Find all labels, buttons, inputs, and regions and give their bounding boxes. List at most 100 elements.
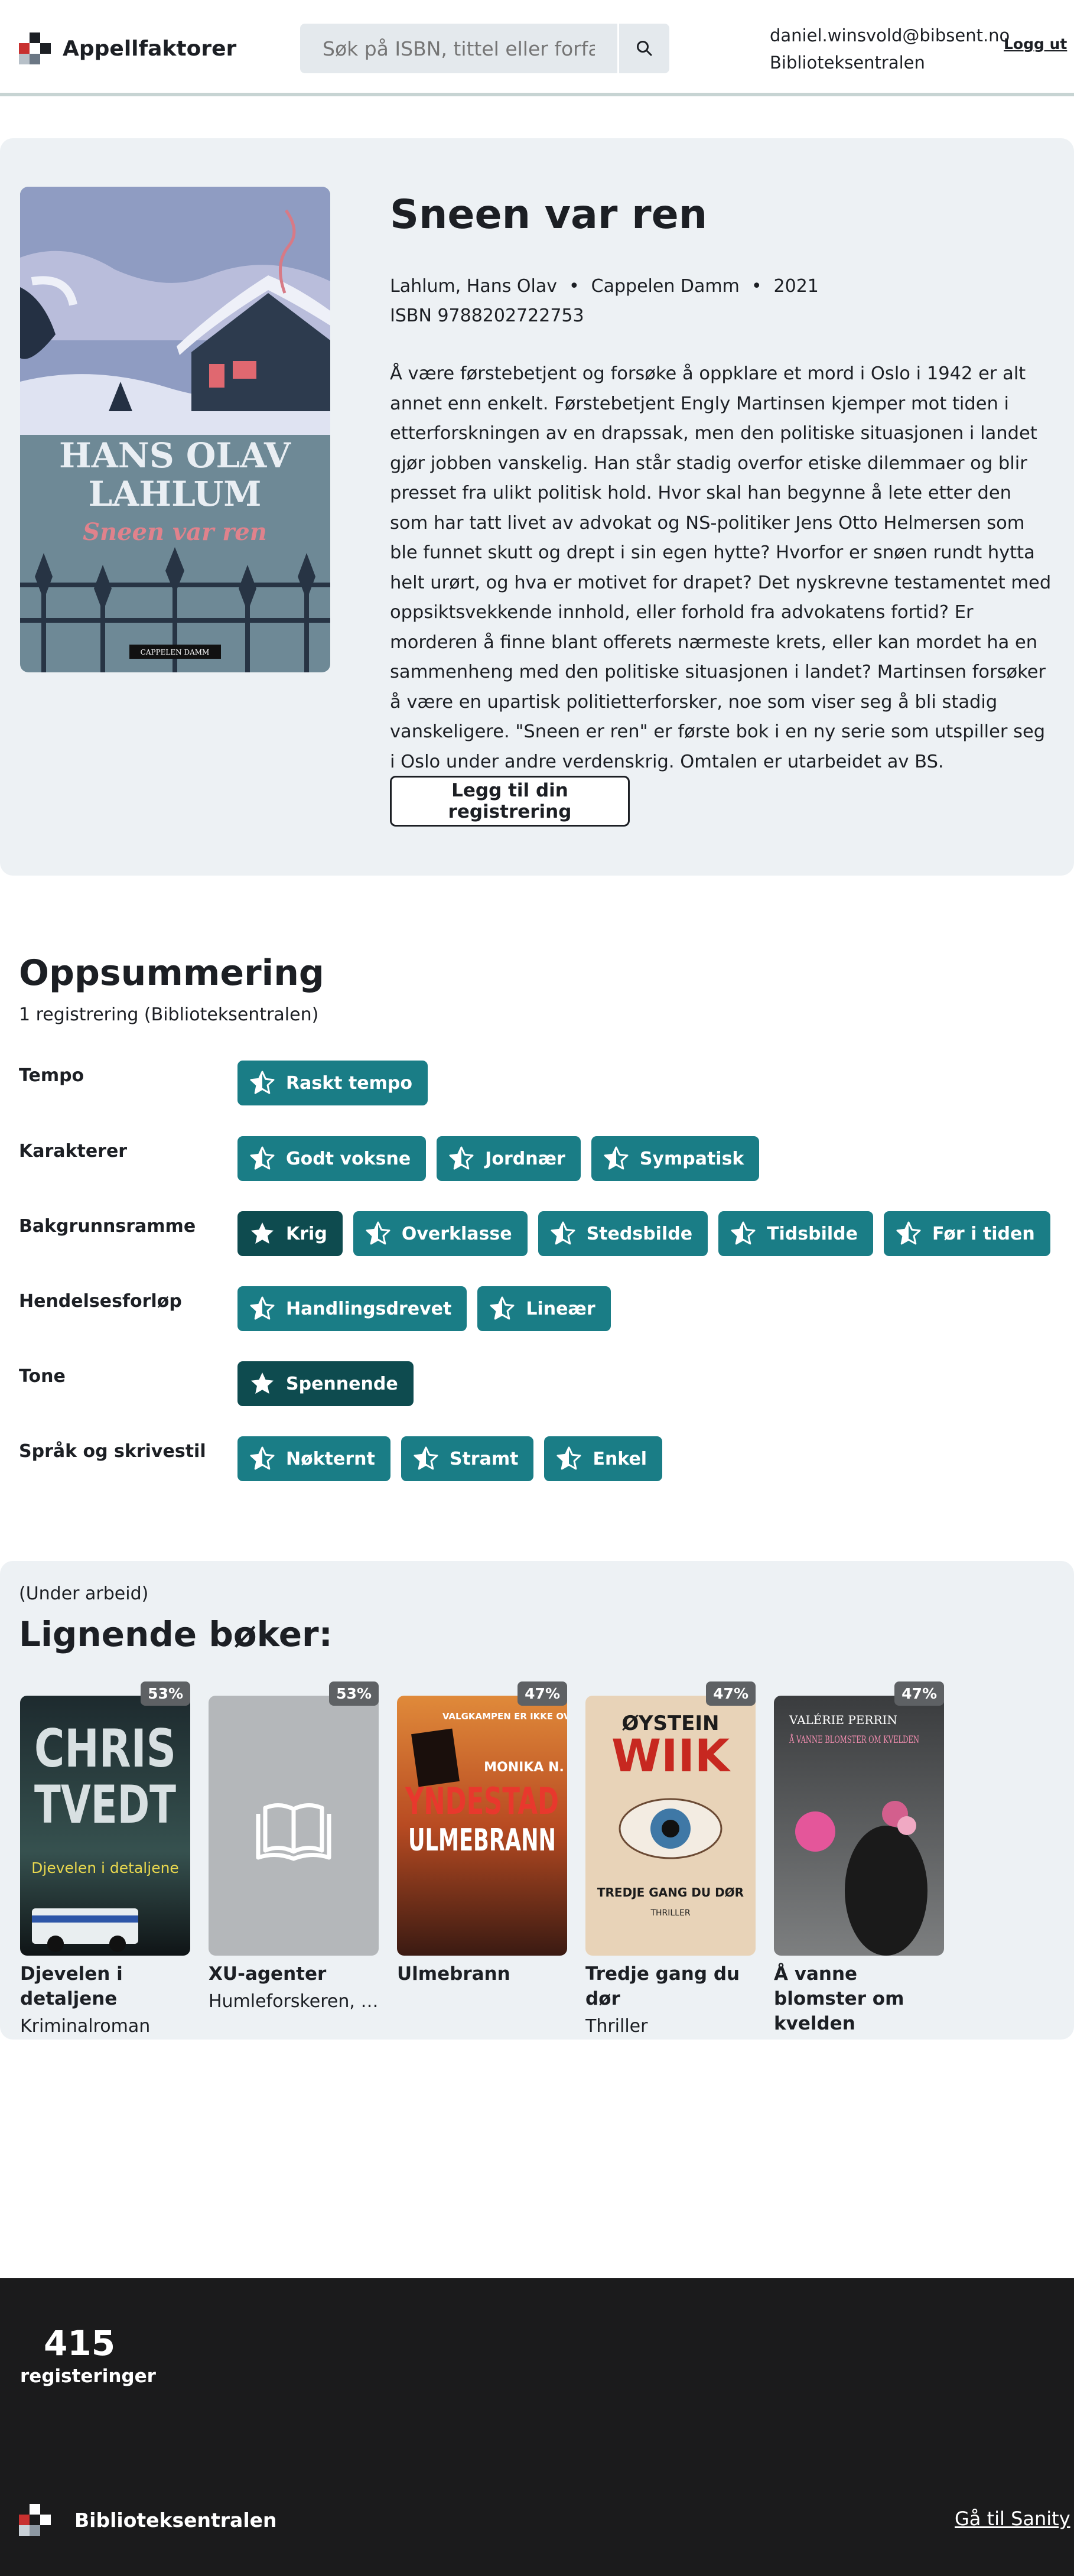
- summary-row-tags: Raskt tempo: [237, 1061, 428, 1105]
- similar-book-cover: VALÉRIE PERRIN Å VANNE BLOMSTER OM KVELD…: [774, 1696, 944, 1956]
- summary-row-label: Karakterer: [19, 1141, 128, 1162]
- search-bar: [300, 24, 669, 73]
- book-description: Å være førstebetjent og forsøke å oppkla…: [390, 363, 1052, 772]
- star-half-icon: [250, 1146, 275, 1170]
- similar-book-cover-placeholder: [209, 1696, 379, 1956]
- star-half-icon: [250, 1071, 275, 1094]
- appeal-tag-label: Jordnær: [485, 1148, 565, 1169]
- similar-book-card[interactable]: 47% ØYSTEIN WIIK TREDJE GANG DU DØR THRI…: [585, 1681, 756, 2042]
- svg-text:CHRIS: CHRIS: [34, 1718, 176, 1779]
- logo-icon: [19, 32, 51, 64]
- app-logo[interactable]: Appellfaktorer: [19, 32, 236, 64]
- cover-author: HANS OLAV: [59, 435, 291, 476]
- star-half-icon: [250, 1446, 275, 1470]
- appeal-tag-label: Spennende: [286, 1373, 398, 1394]
- similar-title: Lignende bøker:: [19, 1614, 333, 1654]
- appeal-tag-label: Lineær: [526, 1298, 595, 1319]
- star-filled-icon: [251, 1222, 274, 1244]
- book-details: HANS OLAV LAHLUM Sneen var ren CAPPELEN …: [0, 138, 1074, 876]
- svg-text:Djevelen i detaljene: Djevelen i detaljene: [31, 1859, 179, 1876]
- similar-book-title: XU-agenter: [209, 1963, 327, 1985]
- appeal-tag[interactable]: Krig: [237, 1211, 343, 1256]
- star-half-icon: [449, 1146, 474, 1170]
- search-icon: [636, 41, 652, 56]
- similar-book-cover: VALGKAMPEN ER IKKE OVER MONIKA N. YNDEST…: [397, 1696, 567, 1956]
- star-half-icon: [414, 1446, 438, 1470]
- star-half-icon: [604, 1146, 629, 1170]
- appeal-tag-label: Krig: [286, 1223, 327, 1244]
- appeal-tag[interactable]: Stedsbilde: [538, 1211, 708, 1256]
- similar-book-card[interactable]: 47% VALÉRIE PERRIN Å VANNE BLOMSTER OM K…: [774, 1681, 944, 2036]
- summary-row-label: Bakgrunnsramme: [19, 1216, 196, 1237]
- svg-text:YNDESTAD: YNDESTAD: [405, 1780, 559, 1823]
- svg-text:VALGKAMPEN ER IKKE OVER: VALGKAMPEN ER IKKE OVER: [442, 1711, 567, 1722]
- similar-book-title: Tredje gang du dør: [585, 1963, 740, 2009]
- star-half-icon: [731, 1221, 756, 1245]
- appeal-tag-label: Godt voksne: [286, 1148, 411, 1169]
- book-publisher: Cappelen Damm: [591, 276, 740, 297]
- appeal-tag-label: Handlingsdrevet: [286, 1298, 452, 1319]
- similar-books: (Under arbeid) Lignende bøker: 53% CHRIS…: [0, 1561, 1074, 2040]
- star-half-icon: [366, 1221, 390, 1245]
- search-input[interactable]: [300, 24, 617, 73]
- similar-book-card[interactable]: 47% VALGKAMPEN ER IKKE OVER MONIKA N. YN…: [397, 1681, 567, 1986]
- similar-note: (Under arbeid): [19, 1583, 149, 1604]
- separator-dot: •: [751, 276, 762, 297]
- book-meta: Lahlum, Hans Olav • Cappelen Damm • 2021 ISB…: [390, 272, 819, 331]
- summary-row-label: Tone: [19, 1366, 66, 1387]
- appeal-tag[interactable]: Jordnær: [437, 1136, 581, 1181]
- user-org: Biblioteksentralen: [770, 53, 925, 73]
- similar-book-card[interactable]: 53% CHRIS TVEDT Djevelen i detaljene Dje…: [20, 1681, 190, 2042]
- svg-text:MONIKA N.: MONIKA N.: [484, 1760, 564, 1775]
- search-button[interactable]: [617, 24, 669, 73]
- similar-book-card[interactable]: 53% XU-agenter Humleforskeren, musikeren…: [209, 1681, 379, 2017]
- appeal-tag[interactable]: Nøkternt: [237, 1436, 390, 1481]
- similar-book-subtitle: Kriminalroman: [20, 2016, 151, 2037]
- appeal-tag[interactable]: Enkel: [544, 1436, 663, 1481]
- appeal-tag[interactable]: Lineær: [477, 1286, 611, 1331]
- star-half-icon: [250, 1296, 275, 1320]
- appeal-tag[interactable]: Godt voksne: [237, 1136, 427, 1181]
- appeal-tag-label: Overklasse: [401, 1223, 512, 1244]
- svg-text:TVEDT: TVEDT: [34, 1774, 176, 1835]
- summary-row-tags: Handlingsdrevet Lineær: [237, 1286, 611, 1331]
- appeal-tag[interactable]: Tidsbilde: [718, 1211, 874, 1256]
- appeal-tag-label: Stramt: [449, 1448, 519, 1469]
- add-registration-button[interactable]: Legg til din registrering: [390, 776, 630, 827]
- sanity-link[interactable]: Gå til Sanity: [955, 2507, 1070, 2530]
- match-badge: 47%: [518, 1681, 567, 1706]
- svg-text:ULMEBRANN: ULMEBRANN: [408, 1823, 556, 1858]
- app-name: Appellfaktorer: [63, 36, 237, 61]
- svg-text:THRILLER: THRILLER: [650, 1908, 690, 1918]
- appeal-tag[interactable]: Stramt: [401, 1436, 534, 1481]
- star-half-icon: [490, 1296, 515, 1320]
- similar-book-title: Å vanne blomster om kvelden: [774, 1963, 904, 2034]
- summary-row-label: Tempo: [19, 1065, 84, 1086]
- summary-row-tags: Spennende: [237, 1361, 414, 1406]
- svg-text:WIIK: WIIK: [611, 1729, 731, 1782]
- logo-icon: [19, 2504, 51, 2536]
- similar-book-cover: ØYSTEIN WIIK TREDJE GANG DU DØR THRILLER: [585, 1696, 756, 1956]
- appeal-tag[interactable]: Overklasse: [353, 1211, 528, 1256]
- appeal-tag[interactable]: Spennende: [237, 1361, 414, 1406]
- book-cover: HANS OLAV LAHLUM Sneen var ren CAPPELEN …: [20, 187, 330, 672]
- similar-book-subtitle: Thriller: [585, 2016, 648, 2037]
- svg-text:TREDJE GANG DU DØR: TREDJE GANG DU DØR: [597, 1885, 744, 1900]
- appeal-tag[interactable]: Før i tiden: [884, 1211, 1050, 1256]
- footer-org-name: Biblioteksentralen: [74, 2508, 277, 2532]
- registration-count-label: registeringer: [20, 2366, 156, 2387]
- match-badge: 47%: [894, 1681, 944, 1706]
- book-placeholder-icon: [256, 1803, 331, 1861]
- footer: 415 registeringer Biblioteksentralen Gå …: [0, 2278, 1074, 2576]
- appeal-tag[interactable]: Handlingsdrevet: [237, 1286, 467, 1331]
- svg-text:VALÉRIE PERRIN: VALÉRIE PERRIN: [789, 1713, 897, 1727]
- similar-book-cover: CHRIS TVEDT Djevelen i detaljene: [20, 1696, 190, 1956]
- similar-book-title: Ulmebrann: [397, 1963, 510, 1985]
- appeal-tag-label: Stedsbilde: [586, 1223, 693, 1244]
- appeal-tag[interactable]: Sympatisk: [591, 1136, 760, 1181]
- appeal-tag[interactable]: Raskt tempo: [237, 1061, 428, 1105]
- svg-text:CAPPELEN DAMM: CAPPELEN DAMM: [141, 648, 210, 656]
- match-badge: 53%: [141, 1681, 190, 1706]
- similar-book-subtitle: Humleforskeren, musikeren, ...: [209, 1991, 379, 2012]
- logout-link[interactable]: Logg ut: [1004, 35, 1067, 53]
